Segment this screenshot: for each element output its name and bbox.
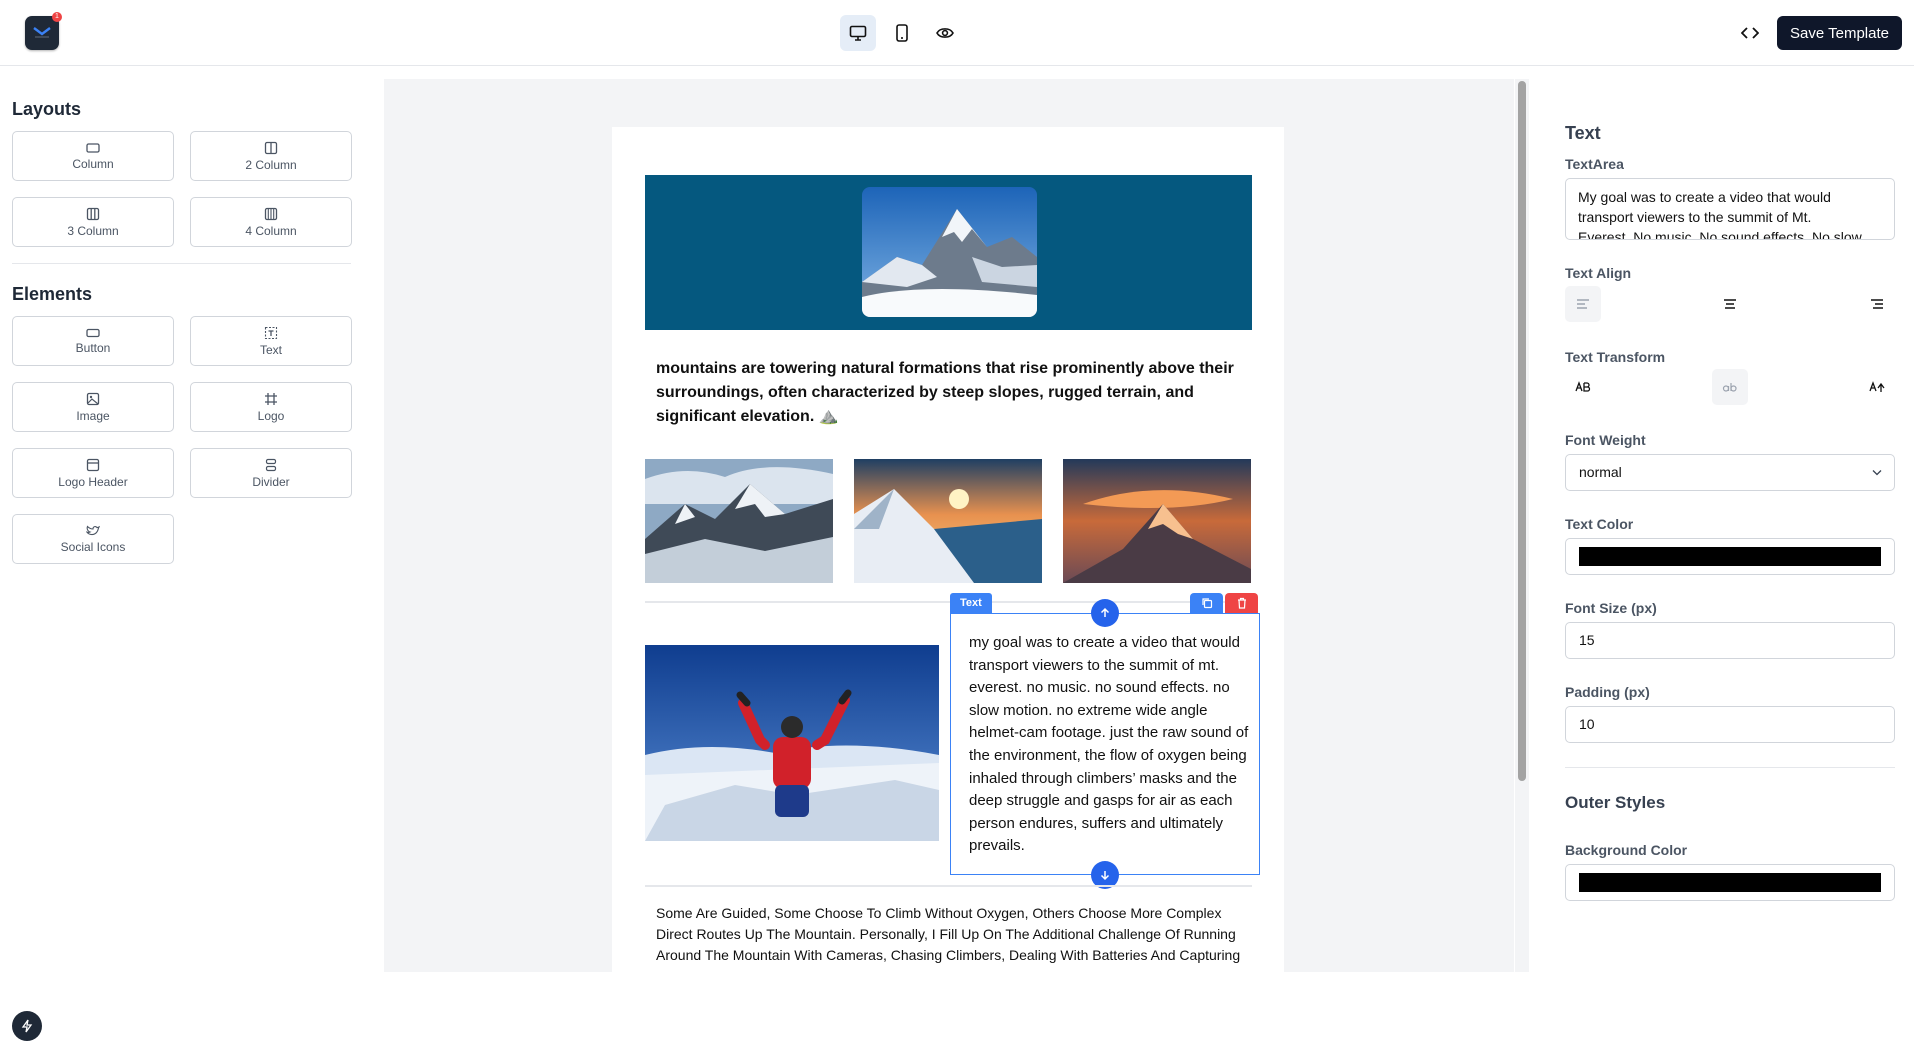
scrollbar-thumb[interactable] xyxy=(1518,81,1526,781)
frame-icon xyxy=(265,392,277,405)
layout-3-column-tile[interactable]: 3 Column xyxy=(12,197,174,247)
snowy-peaks-image[interactable] xyxy=(645,459,833,583)
font-weight-select[interactable]: normal xyxy=(1565,454,1895,491)
three-column-icon xyxy=(86,207,100,220)
background-color-swatch xyxy=(1579,873,1881,892)
padding-label: Padding (px) xyxy=(1565,684,1650,700)
align-right-icon xyxy=(1871,299,1883,309)
header-mountain-image[interactable] xyxy=(862,187,1037,317)
text-color-picker[interactable] xyxy=(1565,538,1895,575)
summit-climber-image[interactable] xyxy=(645,645,939,841)
text-icon xyxy=(264,326,278,339)
orange-peak-image[interactable] xyxy=(1063,459,1251,583)
arrow-up-icon xyxy=(1100,607,1110,617)
eye-icon xyxy=(936,28,954,38)
align-center-icon xyxy=(1724,299,1736,309)
divider-line-2[interactable] xyxy=(645,885,1252,887)
two-column-icon xyxy=(264,141,278,154)
background-color-label: Background Color xyxy=(1565,842,1688,858)
element-divider-tile[interactable]: Divider xyxy=(190,448,352,498)
move-up-button[interactable] xyxy=(1091,599,1119,627)
bolt-icon xyxy=(21,1019,33,1033)
capitalize-button[interactable] xyxy=(1859,369,1895,405)
notification-badge: 1 xyxy=(52,12,62,22)
layouts-title: Layouts xyxy=(12,99,82,119)
lowercase-button[interactable] xyxy=(1712,369,1748,405)
sunset-slope-image[interactable] xyxy=(854,459,1042,583)
background-color-picker[interactable] xyxy=(1565,864,1895,901)
email-template: mountains are towering natural formation… xyxy=(612,127,1284,972)
padding-input[interactable]: 10 xyxy=(1565,706,1895,743)
uppercase-button[interactable] xyxy=(1565,369,1601,405)
lead-paragraph[interactable]: mountains are towering natural formation… xyxy=(656,357,1246,429)
mail-logo-icon xyxy=(33,27,51,38)
properties-panel: Text TextArea My goal was to create a vi… xyxy=(1529,67,1914,990)
text-transform-label: Text Transform xyxy=(1565,349,1666,365)
code-view-button[interactable] xyxy=(1732,15,1768,51)
chevron-down-icon xyxy=(1872,470,1882,476)
quick-actions-button[interactable] xyxy=(12,1011,42,1041)
elements-title: Elements xyxy=(12,284,93,304)
font-size-label: Font Size (px) xyxy=(1565,600,1657,616)
monitor-icon xyxy=(849,25,867,41)
copy-icon xyxy=(1201,598,1212,609)
layout-2-column-tile[interactable]: 2 Column xyxy=(190,131,352,181)
button-icon xyxy=(86,328,100,337)
app-logo[interactable]: 1 xyxy=(25,12,62,50)
text-content-textarea[interactable]: My goal was to create a video that would… xyxy=(1565,178,1895,240)
footer-paragraph[interactable]: Some Are Guided, Some Choose To Climb Wi… xyxy=(656,903,1256,966)
uppercase-icon xyxy=(1575,381,1591,392)
logo-header-block[interactable] xyxy=(645,175,1252,330)
text-color-swatch xyxy=(1579,547,1881,566)
layout-4-column-tile[interactable]: 4 Column xyxy=(190,197,352,247)
element-logo-header-tile[interactable]: Logo Header xyxy=(12,448,174,498)
font-weight-label: Font Weight xyxy=(1565,432,1646,448)
smartphone-icon xyxy=(896,24,908,42)
selected-block-tag[interactable]: Text xyxy=(950,593,992,613)
properties-title: Text xyxy=(1565,123,1601,143)
code-icon xyxy=(1741,27,1759,39)
top-bar: 1 Save Template xyxy=(0,0,1914,66)
editor-canvas: mountains are towering natural formation… xyxy=(384,79,1514,972)
font-size-input[interactable]: 15 xyxy=(1565,622,1895,659)
divider-line[interactable] xyxy=(645,601,1252,603)
outer-styles-title: Outer Styles xyxy=(1565,793,1666,812)
textarea-label: TextArea xyxy=(1565,156,1624,172)
twitter-icon xyxy=(86,525,100,535)
four-column-icon xyxy=(264,207,278,220)
panel-divider xyxy=(1565,767,1895,768)
body-paragraph[interactable]: my goal was to create a video that would… xyxy=(969,632,1249,858)
align-center-button[interactable] xyxy=(1712,286,1748,322)
element-social-icons-tile[interactable]: Social Icons xyxy=(12,514,174,564)
panel-divider xyxy=(12,263,351,264)
text-color-label: Text Color xyxy=(1565,516,1634,532)
preview-button[interactable] xyxy=(927,15,963,51)
align-left-icon xyxy=(1577,299,1589,309)
element-logo-tile[interactable]: Logo xyxy=(190,382,352,432)
text-align-label: Text Align xyxy=(1565,265,1632,281)
arrow-down-icon xyxy=(1100,871,1110,881)
align-left-button[interactable] xyxy=(1565,286,1601,322)
element-button-tile[interactable]: Button xyxy=(12,316,174,366)
element-image-tile[interactable]: Image xyxy=(12,382,174,432)
desktop-view-button[interactable] xyxy=(840,15,876,51)
image-icon xyxy=(86,392,100,405)
delete-block-button[interactable] xyxy=(1225,593,1258,613)
column-icon xyxy=(86,142,100,153)
mobile-view-button[interactable] xyxy=(884,15,920,51)
canvas-scrollbar[interactable] xyxy=(1515,79,1529,972)
element-text-tile[interactable]: Text xyxy=(190,316,352,366)
trash-icon xyxy=(1237,597,1246,609)
layout-column-tile[interactable]: Column xyxy=(12,131,174,181)
save-template-button[interactable]: Save Template xyxy=(1777,16,1902,50)
left-panel: Layouts Column 2 Column 3 Column 4 Colum… xyxy=(0,67,384,1041)
divider-icon xyxy=(265,458,277,471)
lowercase-icon xyxy=(1722,383,1737,392)
align-right-button[interactable] xyxy=(1859,286,1895,322)
duplicate-block-button[interactable] xyxy=(1190,593,1223,613)
case-sensitive-icon xyxy=(1869,381,1885,392)
layout-header-icon xyxy=(86,458,100,471)
